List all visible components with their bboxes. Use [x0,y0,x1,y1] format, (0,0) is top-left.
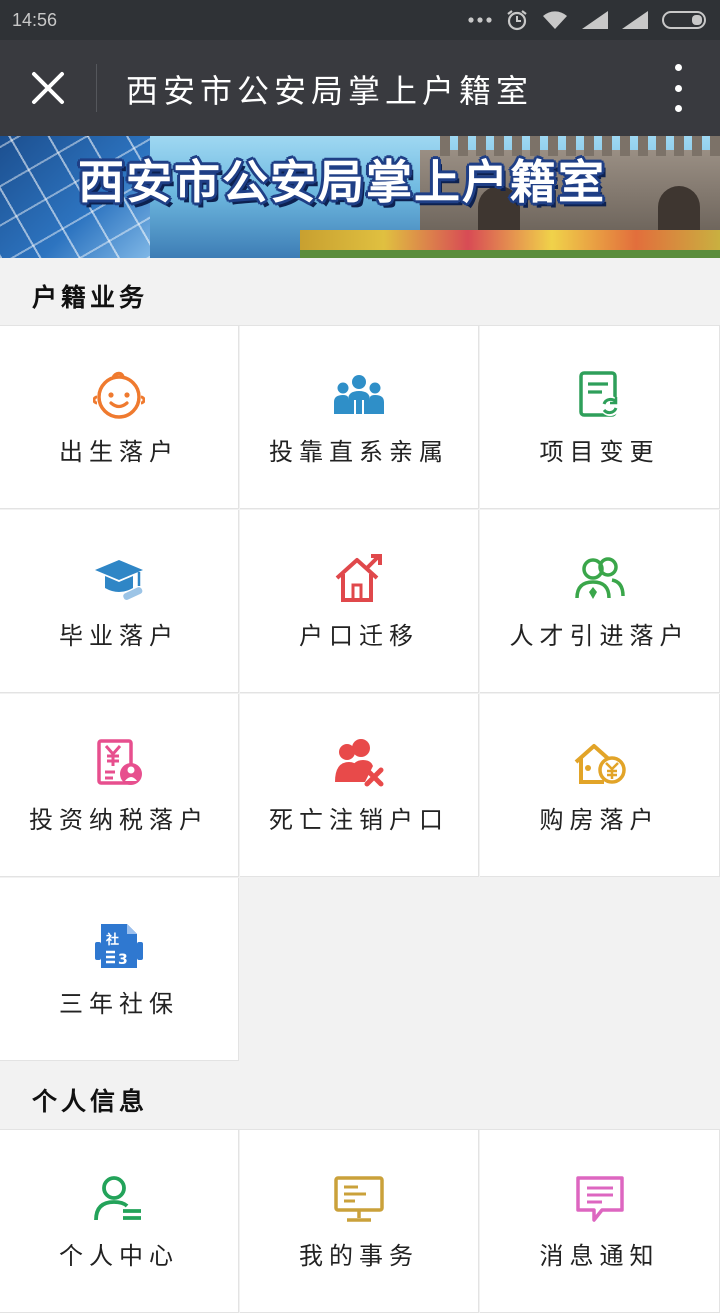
service-investment-tax[interactable]: 投资纳税落户 [0,694,239,877]
section-title: 个人信息 [32,1087,149,1116]
yen-certificate-icon [97,739,142,785]
page-title: 西安市公安局掌上户籍室 [126,72,534,110]
svg-text:3: 3 [118,952,128,968]
social-insurance-icon: 社 3 [95,924,143,968]
service-label: 我的事务 [299,1242,419,1270]
document-refresh-icon [578,371,620,417]
personal-center[interactable]: 个人中心 [0,1130,239,1313]
banner: 西安市公安局掌上户籍室 [0,136,720,258]
message-icon [575,1176,624,1222]
service-death-cancellation[interactable]: 死亡注销户口 [240,694,479,877]
more-dots-icon [468,17,492,23]
alarm-icon [507,10,527,31]
service-label: 死亡注销户口 [269,806,449,834]
status-bar: 14:56 [0,0,720,40]
service-label: 个人中心 [59,1242,179,1270]
more-menu-button[interactable] [664,64,692,112]
house-yen-icon [574,744,626,784]
title-divider [96,64,97,112]
signal-icon [582,11,608,29]
close-icon [32,72,64,104]
battery-icon [662,11,706,29]
service-talent-introduction[interactable]: 人才引进落户 [480,510,720,693]
graduation-cap-icon [95,560,143,600]
service-label: 出生落户 [59,438,179,466]
service-label: 人才引进落户 [509,622,690,650]
more-vertical-icon [674,64,682,71]
household-services-grid: 出生落户 投靠直系亲属 项目变更 毕业落户 户口迁移 人才引进落户 投资纳税落户… [0,325,720,1062]
service-label: 三年社保 [59,990,179,1018]
service-social-insurance[interactable]: 社 3 三年社保 [0,878,239,1061]
service-household-transfer[interactable]: 户口迁移 [240,510,479,693]
monitor-icon [334,1176,384,1222]
wifi-icon [543,11,567,29]
status-time: 14:56 [12,10,58,30]
title-bar: 西安市公安局掌上户籍室 [0,40,720,136]
people-diamond-icon [574,557,625,599]
person-cancel-icon [335,739,384,787]
house-arrow-icon [335,554,382,602]
service-birth-registration[interactable]: 出生落户 [0,326,239,509]
service-label: 项目变更 [539,438,660,466]
section-header-personal: 个人信息 [0,1062,720,1130]
section-header-household: 户籍业务 [0,258,720,326]
service-label: 户口迁移 [299,622,419,650]
banner-title: 西安市公安局掌上户籍室 [78,155,606,209]
user-list-icon [94,1176,141,1221]
signal-icon [622,11,648,29]
service-label: 投靠直系亲属 [269,438,449,466]
service-item-change[interactable]: 项目变更 [480,326,720,509]
service-graduate-registration[interactable]: 毕业落户 [0,510,239,693]
service-label: 投资纳税落户 [29,806,209,834]
svg-text:社: 社 [105,932,119,948]
service-label: 毕业落户 [59,622,179,650]
service-join-relatives[interactable]: 投靠直系亲属 [240,326,479,509]
message-notifications[interactable]: 消息通知 [480,1130,720,1313]
status-icons [468,8,710,32]
personal-info-grid: 个人中心 我的事务 消息通知 [0,1129,720,1313]
section-title: 户籍业务 [32,283,149,312]
family-group-icon [334,375,384,414]
close-button[interactable] [26,66,70,110]
service-label: 购房落户 [539,806,660,834]
my-affairs[interactable]: 我的事务 [240,1130,479,1313]
service-label: 消息通知 [539,1242,660,1270]
service-house-purchase[interactable]: 购房落户 [480,694,720,877]
baby-face-icon [93,371,145,419]
